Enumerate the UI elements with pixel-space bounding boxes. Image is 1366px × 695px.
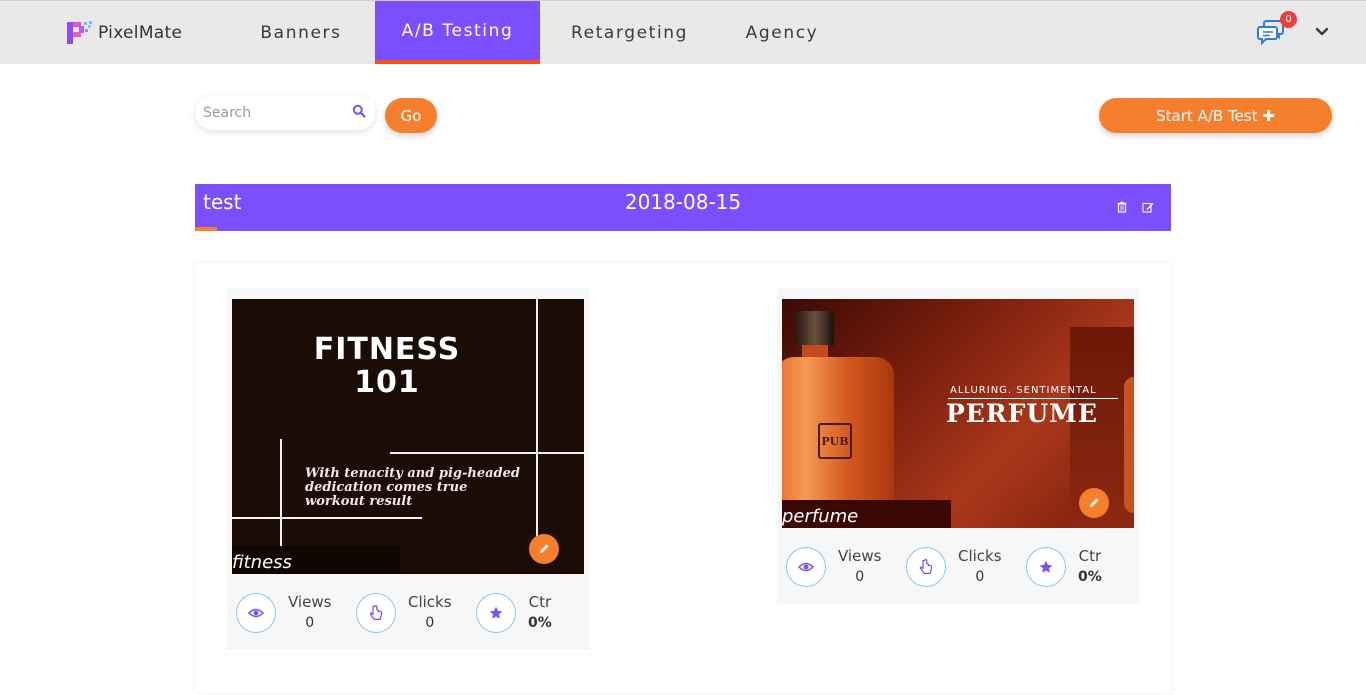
- banner-title-line2: 101: [354, 365, 420, 400]
- test-header: test 2018-08-15: [195, 184, 1171, 231]
- decor-line: [536, 299, 538, 539]
- stat-ctr: Ctr 0%: [1026, 547, 1102, 587]
- pencil-icon: [1090, 498, 1099, 507]
- tab-retargeting[interactable]: Retargeting: [553, 1, 706, 64]
- decor-line: [390, 452, 584, 454]
- decor-line: [232, 517, 422, 519]
- brand-logo[interactable]: PixelMate: [66, 19, 182, 47]
- stat-ctr: Ctr 0%: [476, 593, 552, 633]
- chevron-down-icon[interactable]: [1313, 23, 1331, 41]
- stat-value: 0: [855, 569, 865, 585]
- eye-icon: [236, 593, 276, 633]
- stat-value: 0%: [528, 615, 552, 631]
- test-date: 2018-08-15: [624, 190, 742, 214]
- banner-title-line1: FITNESS: [313, 332, 461, 367]
- stat-clicks: Clicks 0: [906, 547, 1002, 587]
- stat-value: 0: [425, 615, 435, 631]
- eye-icon: [786, 547, 826, 587]
- pointer-icon: [356, 593, 396, 633]
- edit-variant-button[interactable]: [529, 534, 559, 564]
- banner-subtitle: ALLURING. SENTIMENTAL: [950, 385, 1097, 396]
- stat-value: 0: [305, 615, 315, 631]
- stat-label: Views: [288, 593, 332, 611]
- stat-label: Ctr: [528, 593, 552, 611]
- tab-banners[interactable]: Banners: [238, 1, 364, 64]
- stat-value: 0%: [1078, 569, 1102, 585]
- banner-preview-perfume[interactable]: PUB ALLURING. SENTIMENTAL PERFUME perfum…: [782, 299, 1134, 528]
- pointer-icon: [906, 547, 946, 587]
- tab-ab-testing[interactable]: A/B Testing: [375, 1, 540, 64]
- bottle-brand: PUB: [818, 423, 852, 459]
- start-ab-test-button[interactable]: Start A/B Test ✚: [1099, 98, 1332, 133]
- star-icon: [1026, 547, 1066, 587]
- search-box: [195, 96, 375, 130]
- banner-preview-fitness[interactable]: FITNESS 101 With tenacity and pig-headed…: [232, 299, 584, 574]
- second-bottle: [1124, 377, 1134, 513]
- variant-card-fitness: FITNESS 101 With tenacity and pig-headed…: [227, 288, 589, 650]
- edit-icon[interactable]: [1142, 201, 1154, 213]
- brand-name: PixelMate: [98, 23, 183, 43]
- stat-label: Views: [838, 547, 882, 565]
- stat-views: Views 0: [236, 593, 331, 633]
- search-icon[interactable]: [352, 104, 366, 118]
- bottle-cap: [796, 311, 834, 347]
- test-header-accent: [195, 227, 217, 231]
- notification-badge: 0: [1280, 11, 1297, 28]
- pixelmate-logo-icon: [67, 21, 92, 44]
- test-name: test: [203, 190, 242, 214]
- go-button[interactable]: Go: [385, 98, 437, 133]
- variants-panel: FITNESS 101 With tenacity and pig-headed…: [195, 263, 1171, 693]
- banner-quote: With tenacity and pig-headed dedication …: [305, 466, 520, 509]
- edit-variant-button[interactable]: [1079, 488, 1109, 518]
- banner-title: PERFUME: [946, 399, 1098, 428]
- search-input[interactable]: [203, 102, 343, 124]
- variant-label: perfume: [782, 506, 859, 527]
- star-icon: [476, 593, 516, 633]
- pencil-icon: [540, 544, 549, 553]
- stat-label: Clicks: [408, 593, 452, 611]
- trash-icon[interactable]: [1116, 201, 1128, 213]
- stat-value: 0: [975, 569, 985, 585]
- top-navbar: PixelMate Banners A/B Testing Retargetin…: [0, 0, 1366, 64]
- variant-card-perfume: PUB ALLURING. SENTIMENTAL PERFUME perfum…: [777, 288, 1139, 604]
- stat-label: Clicks: [958, 547, 1002, 565]
- tab-agency[interactable]: Agency: [723, 1, 841, 64]
- stat-views: Views 0: [786, 547, 881, 587]
- stat-clicks: Clicks 0: [356, 593, 452, 633]
- variant-label: fitness: [232, 552, 292, 573]
- stat-label: Ctr: [1078, 547, 1102, 565]
